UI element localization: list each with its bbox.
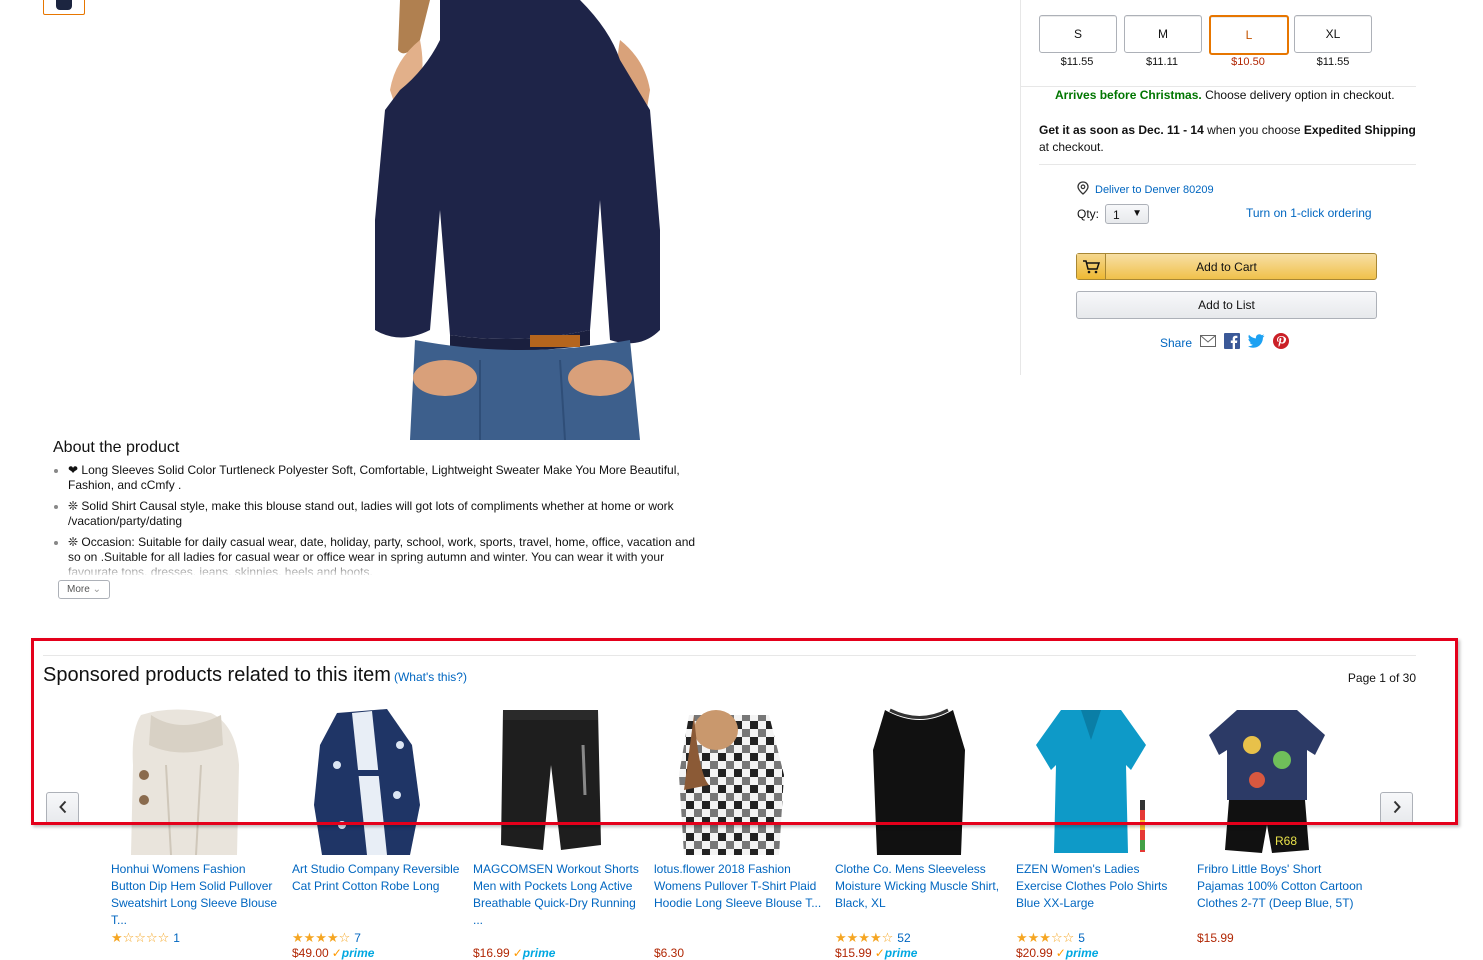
product-title-link[interactable]: EZEN Women's Ladies Exercise Clothes Pol… bbox=[1016, 861, 1188, 929]
email-icon[interactable] bbox=[1200, 335, 1217, 350]
add-to-list-button[interactable]: Add to List bbox=[1076, 291, 1377, 319]
product-title-link[interactable]: Fribro Little Boys' Short Pajamas 100% C… bbox=[1197, 861, 1369, 929]
price: $16.99 bbox=[473, 946, 510, 960]
deliver-to-text: Deliver to Denver 80209 bbox=[1095, 183, 1214, 196]
price-row: $49.00 ✓prime bbox=[292, 946, 464, 960]
delivery-christmas: Arrives before Christmas. Choose deliver… bbox=[1055, 88, 1395, 102]
size-price: $11.55 bbox=[1060, 56, 1094, 68]
about-bullet: ❊ Solid Shirt Causal style, make this bl… bbox=[68, 499, 698, 529]
price-row: $16.99 ✓prime bbox=[473, 946, 645, 960]
size-price: $11.55 bbox=[1316, 56, 1350, 68]
share-row: Share bbox=[1160, 333, 1290, 352]
price-row: $20.99 ✓prime bbox=[1016, 946, 1188, 960]
buybox-divider bbox=[1020, 0, 1021, 375]
size-option-l[interactable]: L bbox=[1209, 15, 1289, 55]
price: $6.30 bbox=[654, 946, 685, 960]
chevron-down-icon: ⌄ bbox=[92, 584, 101, 595]
prime-badge-icon: ✓prime bbox=[1055, 946, 1099, 960]
caret-down-icon: ▼ bbox=[1132, 208, 1142, 219]
size-option-s[interactable]: S bbox=[1039, 15, 1117, 53]
price: $49.00 bbox=[292, 946, 329, 960]
divider bbox=[1039, 164, 1416, 165]
twitter-icon[interactable] bbox=[1248, 334, 1265, 351]
product-title-link[interactable]: Art Studio Company Reversible Cat Print … bbox=[292, 861, 464, 929]
deliver-to-link[interactable]: Deliver to Denver 80209 bbox=[1077, 181, 1214, 198]
price: $20.99 bbox=[1016, 946, 1053, 960]
size-price: $10.50 bbox=[1231, 56, 1265, 68]
size-label: M bbox=[1158, 27, 1168, 41]
share-label: Share bbox=[1160, 335, 1193, 350]
prime-badge-icon: ✓prime bbox=[874, 946, 918, 960]
delivery-mid: when you choose bbox=[1203, 123, 1304, 137]
delivery-date: Dec. 11 - 14 bbox=[1138, 123, 1204, 137]
more-label: More bbox=[67, 584, 90, 595]
price-row: $15.99 ✓prime bbox=[835, 946, 1007, 960]
product-image bbox=[360, 0, 680, 441]
add-to-list-label: Add to List bbox=[1198, 298, 1255, 312]
price-row: $6.30 bbox=[654, 946, 826, 960]
pinterest-icon[interactable] bbox=[1273, 333, 1290, 352]
about-title: About the product bbox=[53, 439, 180, 456]
highlight-box bbox=[31, 638, 1458, 825]
more-button[interactable]: More ⌄ bbox=[58, 580, 110, 599]
thumbnail-selected[interactable] bbox=[43, 0, 85, 15]
product-title-link[interactable]: MAGCOMSEN Workout Shorts Men with Pocket… bbox=[473, 861, 645, 929]
qty-select[interactable]: 1 ▼ bbox=[1105, 204, 1149, 224]
location-pin-icon bbox=[1077, 181, 1089, 198]
prime-badge-icon: ✓prime bbox=[331, 946, 375, 960]
facebook-icon[interactable] bbox=[1224, 333, 1241, 352]
delivery-text: Choose delivery option in checkout. bbox=[1205, 88, 1395, 102]
size-price: $11.11 bbox=[1145, 56, 1178, 68]
about-bullet: ❤ Long Sleeves Solid Color Turtleneck Po… bbox=[68, 463, 698, 493]
delivery-estimate: Get it as soon as Dec. 11 - 14 when you … bbox=[1039, 122, 1424, 156]
size-label: XL bbox=[1325, 27, 1341, 41]
size-option-xl[interactable]: XL bbox=[1294, 15, 1372, 53]
delivery-suffix: at checkout. bbox=[1039, 140, 1104, 154]
qty-value: 1 bbox=[1113, 208, 1120, 222]
text-fade bbox=[53, 558, 693, 578]
size-option-m[interactable]: M bbox=[1124, 15, 1202, 53]
product-title-link[interactable]: lotus.flower 2018 Fashion Womens Pullove… bbox=[654, 861, 826, 929]
delivery-highlight: Arrives before Christmas. bbox=[1055, 88, 1202, 102]
add-to-cart-label: Add to Cart bbox=[1196, 259, 1257, 274]
product-title-link[interactable]: Honhui Womens Fashion Button Dip Hem Sol… bbox=[111, 861, 283, 929]
qty-label: Qty: bbox=[1077, 207, 1100, 221]
cart-icon bbox=[1077, 254, 1106, 279]
add-to-cart-button[interactable]: Add to Cart bbox=[1076, 253, 1377, 280]
price: $15.99 bbox=[835, 946, 872, 960]
delivery-method: Expedited Shipping bbox=[1303, 123, 1416, 137]
delivery-prefix: Get it as soon as bbox=[1039, 123, 1139, 137]
one-click-link[interactable]: Turn on 1-click ordering bbox=[1246, 206, 1372, 220]
size-label: S bbox=[1073, 27, 1082, 41]
prime-badge-icon: ✓prime bbox=[512, 946, 556, 960]
divider bbox=[1021, 86, 1416, 87]
svg-text:R68: R68 bbox=[1275, 834, 1297, 848]
size-label: L bbox=[1245, 28, 1253, 42]
product-title-link[interactable]: Clothe Co. Mens Sleeveless Moisture Wick… bbox=[835, 861, 1007, 929]
